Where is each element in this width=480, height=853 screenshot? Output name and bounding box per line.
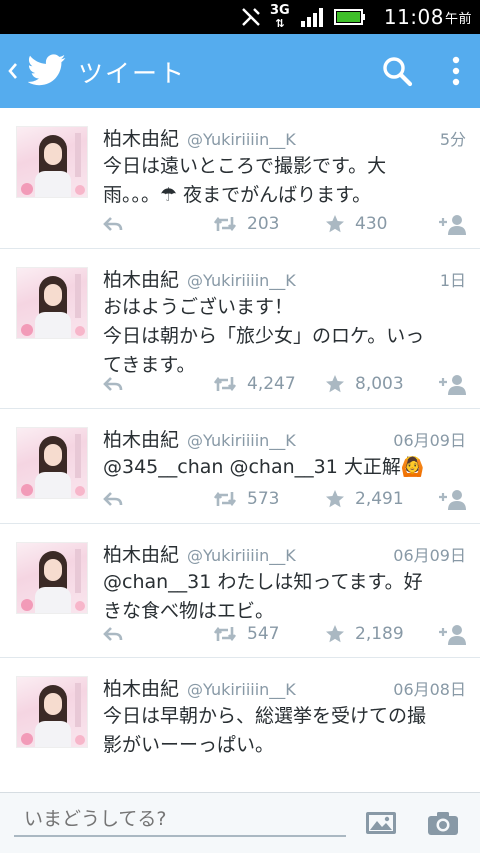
follow-icon[interactable] (438, 371, 466, 397)
tweet-author-handle[interactable]: @Yukiriiiin__K (187, 546, 296, 565)
retweet-count: 573 (247, 489, 280, 509)
avatar[interactable] (16, 267, 88, 339)
no-signal-icon (240, 0, 262, 34)
favorite-count: 2,189 (355, 624, 404, 644)
tweet-author-name[interactable]: 柏木由紀 (103, 124, 179, 151)
tweet-author-handle[interactable]: @Yukiriiiin__K (187, 130, 296, 149)
reply-icon[interactable] (103, 621, 123, 647)
favorite-button[interactable]: 430 (325, 211, 387, 237)
tweet-header: 柏木由紀 @Yukiriiiin__K 06月09日 (103, 540, 466, 566)
retweet-button[interactable]: 573 (213, 486, 279, 512)
tweet-text: 今日は遠いところで撮影です。大 雨。。。☂ 夜までがんばります。 (103, 155, 387, 206)
compose-input[interactable] (14, 803, 346, 835)
favorite-count: 430 (355, 214, 388, 234)
camera-icon[interactable] (426, 809, 460, 837)
tweet-timestamp: 06月09日 (393, 546, 466, 565)
tweet-actions: 573 2,491 (103, 486, 466, 512)
tweet-timestamp: 06月08日 (393, 680, 466, 699)
favorite-count: 8,003 (355, 374, 404, 394)
star-icon (325, 489, 345, 509)
retweet-count: 203 (247, 214, 280, 234)
follow-icon[interactable] (438, 486, 466, 512)
tweet-author-name[interactable]: 柏木由紀 (103, 425, 179, 452)
clock-time: 11:08 (383, 5, 444, 29)
avatar[interactable] (16, 126, 88, 198)
tweet-text: @chan__31 わたしは知ってます。好 きな食べ物はエビ。 (103, 571, 423, 622)
back-icon[interactable] (6, 56, 20, 86)
avatar[interactable] (16, 427, 88, 499)
tweet-timestamp: 06月09日 (393, 431, 466, 450)
page-title: ツイート (78, 59, 187, 88)
tweet-timestamp: 1日 (439, 271, 466, 290)
tweet-actions: 547 2,189 (103, 621, 466, 647)
retweet-count: 4,247 (247, 374, 296, 394)
tweet-header: 柏木由紀 @Yukiriiiin__K 1日 (103, 265, 466, 291)
network-type-icon: 3G ⇅ (270, 3, 290, 30)
follow-icon[interactable] (438, 211, 466, 237)
follow-icon[interactable] (438, 621, 466, 647)
tweet-timestamp: 5分 (439, 130, 466, 149)
avatar[interactable] (16, 676, 88, 748)
star-icon (325, 624, 345, 644)
star-icon (325, 214, 345, 234)
reply-icon[interactable] (103, 486, 123, 512)
favorite-button[interactable]: 2,189 (325, 621, 404, 647)
tweet-text: @345__chan @chan__31 大正解🙆 (103, 456, 425, 478)
tweet-author-name[interactable]: 柏木由紀 (103, 265, 179, 292)
tweet[interactable]: 柏木由紀 @Yukiriiiin__K 06月09日 @345__chan @c… (0, 409, 480, 524)
retweet-button[interactable]: 203 (213, 211, 279, 237)
tweet-text: 今日は早朝から、総選挙を受けての撮 影がいーーっぱい。 本当に本当にありがとうご… (103, 705, 427, 756)
retweet-icon (213, 625, 237, 643)
reply-icon[interactable] (103, 371, 123, 397)
tweet[interactable]: 柏木由紀 @Yukiriiiin__K 06月09日 @chan__31 わたし… (0, 524, 480, 658)
tweet-header: 柏木由紀 @Yukiriiiin__K 5分 (103, 124, 466, 150)
tweet-text: おはようございます！ 今日は朝から「旅少女」のロケ。いっ てきます。 (103, 296, 425, 376)
retweet-icon (213, 215, 237, 233)
signal-strength-icon (300, 0, 326, 34)
tweet[interactable]: 柏木由紀 @Yukiriiiin__K 5分 今日は遠いところで撮影です。大 雨… (0, 108, 480, 249)
tweet-author-handle[interactable]: @Yukiriiiin__K (187, 680, 296, 699)
tweet-actions: 203 430 (103, 211, 466, 237)
star-icon (325, 374, 345, 394)
status-bar: 3G ⇅ 11:08 午前 (0, 0, 480, 34)
tweet[interactable]: 柏木由紀 @Yukiriiiin__K 1日 おはようございます！ 今日は朝から… (0, 249, 480, 409)
clock: 11:08 午前 (384, 0, 472, 34)
timeline[interactable]: 柏木由紀 @Yukiriiiin__K 5分 今日は遠いところで撮影です。大 雨… (0, 108, 480, 792)
twitter-bird-icon[interactable] (27, 54, 66, 90)
photo-icon[interactable] (364, 809, 398, 837)
compose-field[interactable] (14, 803, 346, 837)
battery-icon (334, 0, 366, 34)
retweet-count: 547 (247, 624, 280, 644)
tweet-author-handle[interactable]: @Yukiriiiin__K (187, 271, 296, 290)
favorite-button[interactable]: 2,491 (325, 486, 404, 512)
tweet-header: 柏木由紀 @Yukiriiiin__K 06月08日 (103, 674, 466, 700)
favorite-button[interactable]: 8,003 (325, 371, 404, 397)
network-type-label: 3G (270, 3, 290, 18)
tweet-author-handle[interactable]: @Yukiriiiin__K (187, 431, 296, 450)
reply-icon[interactable] (103, 211, 123, 237)
favorite-count: 2,491 (355, 489, 404, 509)
retweet-button[interactable]: 4,247 (213, 371, 296, 397)
retweet-icon (213, 490, 237, 508)
tweet-actions: 4,247 8,003 (103, 371, 466, 397)
clock-ampm: 午前 (444, 11, 472, 27)
app-bar: ツイート (0, 34, 480, 108)
tweet-author-name[interactable]: 柏木由紀 (103, 540, 179, 567)
tweet-author-name[interactable]: 柏木由紀 (103, 674, 179, 701)
retweet-button[interactable]: 547 (213, 621, 279, 647)
search-icon[interactable] (380, 54, 414, 88)
overflow-menu-icon[interactable] (446, 54, 466, 88)
avatar[interactable] (16, 542, 88, 614)
compose-bar (0, 792, 480, 853)
tweet-header: 柏木由紀 @Yukiriiiin__K 06月09日 (103, 425, 466, 451)
retweet-icon (213, 375, 237, 393)
tweet[interactable]: 柏木由紀 @Yukiriiiin__K 06月08日 今日は早朝から、総選挙を受… (0, 658, 480, 792)
